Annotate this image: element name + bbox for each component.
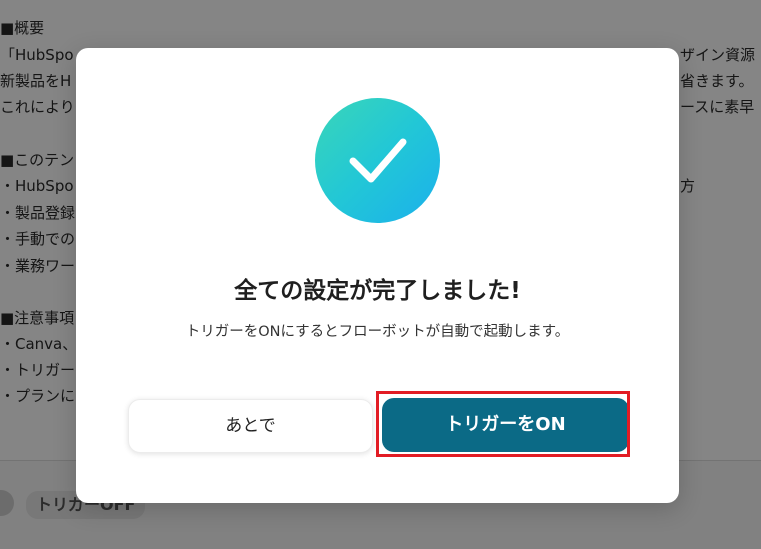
app-root: ■概要 「HubSpo 新製品をH これにより ■このテン ・HubSpo ・製… (0, 0, 761, 549)
later-button[interactable]: あとで (128, 399, 373, 453)
completion-dialog: 全ての設定が完了しました! トリガーをONにするとフローボットが自動で起動します… (76, 48, 679, 503)
highlight-box (376, 391, 630, 457)
dialog-title: 全ての設定が完了しました! (234, 278, 521, 304)
check-icon (349, 138, 407, 183)
success-badge (315, 98, 440, 223)
dialog-description: トリガーをONにするとフローボットが自動で起動します。 (185, 324, 570, 340)
